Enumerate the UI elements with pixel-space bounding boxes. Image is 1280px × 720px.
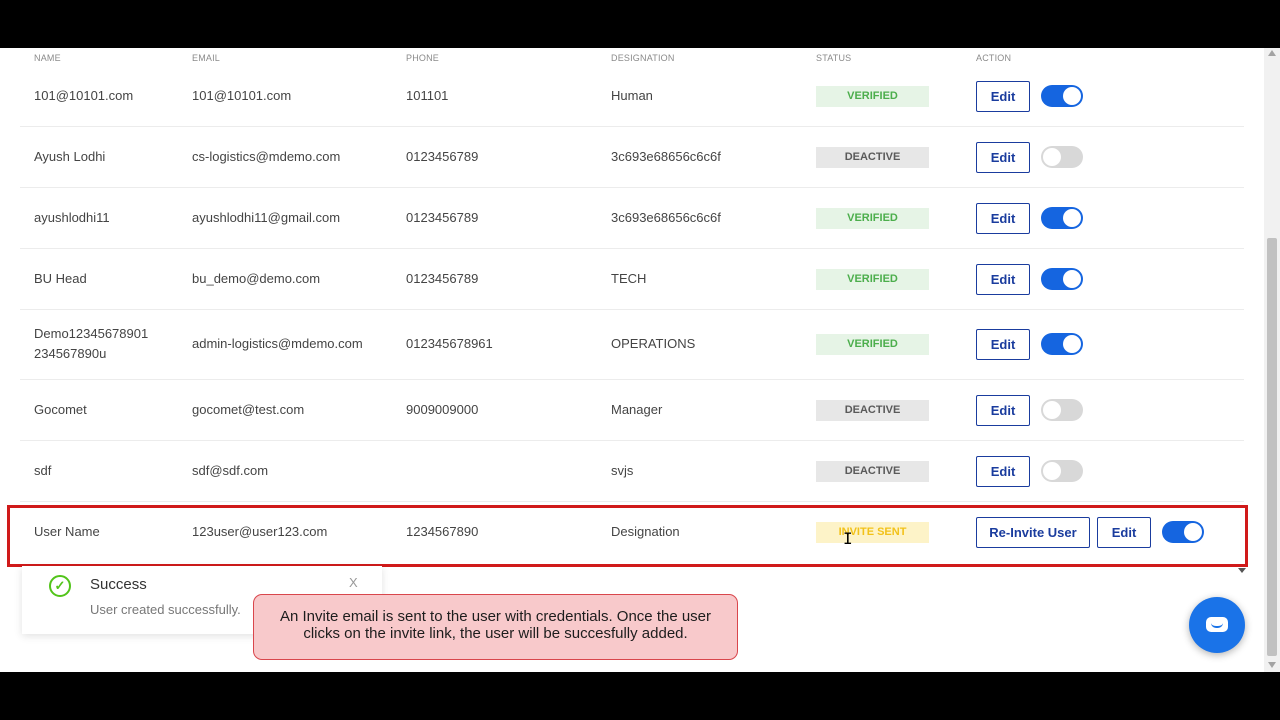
check-circle-icon: ✓	[49, 575, 71, 597]
cell-phone: 9009009000	[406, 402, 479, 417]
chat-bubble-icon[interactable]	[1189, 597, 1245, 653]
cell-email: bu_demo@demo.com	[192, 271, 321, 286]
active-toggle[interactable]	[1041, 268, 1083, 290]
toggle-knob	[1043, 148, 1061, 166]
edit-button[interactable]: Edit	[976, 264, 1030, 295]
close-icon[interactable]: X	[349, 575, 358, 590]
cell-designation: Human	[611, 88, 653, 103]
cell-email: gocomet@test.com	[192, 402, 305, 417]
header-email: EMAIL	[192, 53, 221, 63]
cell-designation: Manager	[611, 402, 663, 417]
edit-button[interactable]: Edit	[976, 329, 1030, 360]
cell-phone: 0123456789	[406, 210, 479, 225]
table-row: 101@10101.com 101@10101.com 101101 Human…	[20, 66, 1244, 127]
header-action: ACTION	[976, 53, 1012, 63]
cell-email: sdf@sdf.com	[192, 463, 269, 478]
cell-designation: 3c693e68656c6c6f	[611, 210, 721, 225]
toast-message: User created successfully.	[90, 602, 241, 617]
table-row: sdf sdf@sdf.com svjs DEACTIVE Edit	[20, 441, 1244, 502]
header-status: STATUS	[816, 53, 852, 63]
status-badge: VERIFIED	[816, 269, 929, 290]
active-toggle[interactable]	[1041, 207, 1083, 229]
cell-name: Gocomet	[34, 402, 87, 417]
cell-designation: 3c693e68656c6c6f	[611, 149, 721, 164]
scroll-thumb[interactable]	[1267, 238, 1277, 656]
cell-name: sdf	[34, 463, 52, 478]
toggle-knob	[1063, 335, 1081, 353]
table-row: BU Head bu_demo@demo.com 0123456789 TECH…	[20, 249, 1244, 310]
cell-name: BU Head	[34, 271, 87, 286]
cell-designation: OPERATIONS	[611, 336, 696, 351]
caret-down-icon	[1238, 568, 1246, 573]
edit-button[interactable]: Edit	[976, 456, 1030, 487]
cell-phone: 012345678961	[406, 336, 493, 351]
active-toggle[interactable]	[1041, 333, 1083, 355]
cell-email: cs-logistics@mdemo.com	[192, 149, 341, 164]
cell-phone: 0123456789	[406, 149, 479, 164]
active-toggle[interactable]	[1041, 146, 1083, 168]
cell-phone: 0123456789	[406, 271, 479, 286]
status-badge: VERIFIED	[816, 86, 929, 107]
status-badge: VERIFIED	[816, 334, 929, 355]
edit-button[interactable]: Edit	[976, 395, 1030, 426]
edit-button[interactable]: Edit	[976, 81, 1030, 112]
table-row: Demo12345678901 234567890u admin-logisti…	[20, 310, 1244, 380]
vertical-scrollbar[interactable]	[1264, 48, 1280, 672]
cell-email: 101@10101.com	[192, 88, 292, 103]
table-row: ayushlodhi11 ayushlodhi11@gmail.com 0123…	[20, 188, 1244, 249]
cell-phone: 101101	[406, 88, 449, 103]
cell-name: 101@10101.com	[34, 88, 134, 103]
status-badge: DEACTIVE	[816, 461, 929, 482]
active-toggle[interactable]	[1041, 399, 1083, 421]
header-phone: PHONE	[406, 53, 440, 63]
chat-icon-body	[1206, 617, 1228, 632]
edit-button[interactable]: Edit	[976, 142, 1030, 173]
toggle-knob	[1043, 462, 1061, 480]
toggle-knob	[1063, 209, 1081, 227]
status-badge: DEACTIVE	[816, 147, 929, 168]
cell-name: Ayush Lodhi	[34, 149, 106, 164]
cell-designation: TECH	[611, 271, 647, 286]
table-row: Ayush Lodhi cs-logistics@mdemo.com 01234…	[20, 127, 1244, 188]
toggle-knob	[1063, 270, 1081, 288]
cell-email: admin-logistics@mdemo.com	[192, 336, 363, 351]
highlight-box	[7, 505, 1248, 567]
tutorial-callout: An Invite email is sent to the user with…	[253, 594, 738, 660]
status-badge: DEACTIVE	[816, 400, 929, 421]
cell-name: ayushlodhi11	[34, 210, 110, 225]
user-management-screen: NAME EMAIL PHONE DESIGNATION STATUS ACTI…	[0, 48, 1280, 672]
toggle-knob	[1063, 87, 1081, 105]
edit-button[interactable]: Edit	[976, 203, 1030, 234]
active-toggle[interactable]	[1041, 460, 1083, 482]
toggle-knob	[1043, 401, 1061, 419]
scroll-up-arrow-icon[interactable]	[1268, 50, 1276, 56]
toast-title: Success	[90, 576, 147, 593]
status-badge: VERIFIED	[816, 208, 929, 229]
scroll-down-arrow-icon[interactable]	[1268, 662, 1276, 668]
active-toggle[interactable]	[1041, 85, 1083, 107]
cell-name: Demo12345678901 234567890u	[34, 326, 149, 361]
text-cursor-icon: I	[843, 529, 853, 548]
table-row: Gocomet gocomet@test.com 9009009000 Mana…	[20, 380, 1244, 441]
cell-designation: svjs	[611, 463, 634, 478]
cell-email: ayushlodhi11@gmail.com	[192, 210, 341, 225]
header-name: NAME	[34, 53, 61, 63]
header-designation: DESIGNATION	[611, 53, 675, 63]
chat-icon-smile	[1211, 623, 1223, 628]
